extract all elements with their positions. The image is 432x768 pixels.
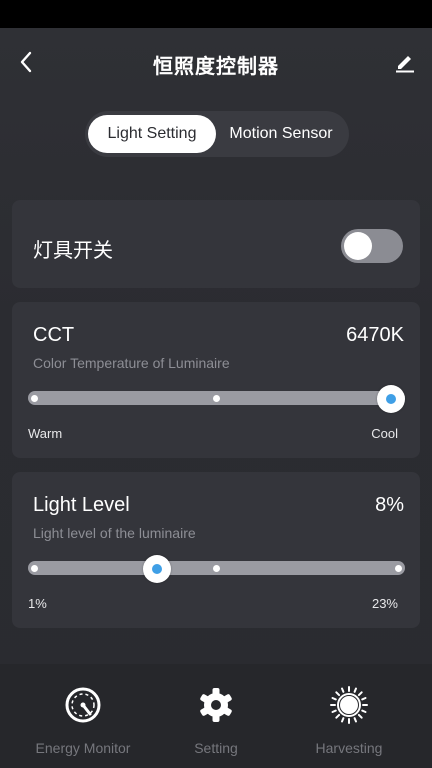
light-level-subtitle: Light level of the luminaire [33,525,196,541]
tab-motion-sensor[interactable]: Motion Sensor [216,115,346,153]
page-title: 恒照度控制器 [153,54,279,78]
light-level-slider[interactable] [28,555,405,583]
sun-icon [330,686,368,724]
light-level-title: Light Level [33,494,130,516]
nav-label-energy-monitor: Energy Monitor [35,740,131,756]
cct-min-label: Warm [28,426,63,441]
gear-icon [200,688,232,722]
tab-light-setting[interactable]: Light Setting [88,115,216,153]
cct-max-label: Cool [371,426,398,441]
luminaire-toggle[interactable] [341,229,403,263]
slider-tick [395,565,402,572]
bottom-nav: Energy Monitor Setting Harvesting [0,664,432,768]
edit-button[interactable] [390,46,420,78]
light-level-min-label: 1% [28,596,47,611]
pencil-icon [396,56,414,73]
slider-tick [213,565,220,572]
cct-card: CCT 6470K Color Temperature of Luminaire… [12,302,420,458]
slider-tick [31,395,38,402]
nav-setting[interactable]: Setting [144,686,288,762]
nav-energy-monitor[interactable]: Energy Monitor [11,686,155,762]
light-level-card: Light Level 8% Light level of the lumina… [12,472,420,628]
slider-tick [31,565,38,572]
light-level-value: 8% [375,494,404,516]
light-level-max-label: 23% [371,596,398,611]
cct-slider[interactable] [28,385,405,413]
light-level-slider-thumb[interactable] [143,555,171,583]
nav-label-setting: Setting [194,740,238,756]
nav-harvesting[interactable]: Harvesting [277,686,421,762]
cct-title: CCT [33,324,75,346]
cct-value: 6470K [346,324,404,346]
cct-slider-thumb[interactable] [377,385,405,413]
switch-label: 灯具开关 [33,238,113,262]
gauge-icon [65,687,101,723]
slider-tick [213,395,220,402]
mode-tabs: Light Setting Motion Sensor [85,111,349,157]
nav-label-harvesting: Harvesting [315,740,383,756]
luminaire-switch-card: 灯具开关 [12,200,420,288]
status-bar [0,0,432,28]
toggle-knob [344,232,372,260]
header: 恒照度控制器 [0,28,432,96]
cct-subtitle: Color Temperature of Luminaire [33,355,230,371]
